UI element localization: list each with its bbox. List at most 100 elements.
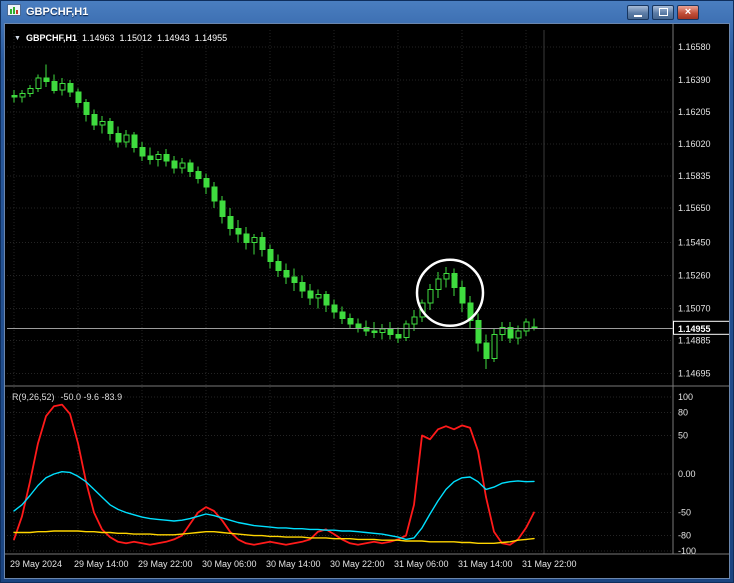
candle-body: [507, 326, 514, 339]
candle-body: [67, 82, 74, 93]
candle-body: [347, 318, 354, 325]
candle-body: [203, 178, 210, 188]
annotation-circle: [415, 258, 485, 328]
time-axis-label: 31 May 14:00: [458, 559, 513, 569]
candle-body: [387, 328, 394, 335]
candle-body: [515, 330, 522, 339]
price-tick-label: 1.16020: [678, 139, 711, 149]
candle-body: [339, 311, 346, 320]
candle-body: [283, 269, 290, 278]
oscillator-tick-label: 80: [678, 407, 688, 417]
close-icon: ×: [684, 5, 692, 18]
svg-text:1.14955: 1.14955: [678, 324, 711, 334]
candle-body: [299, 281, 306, 292]
oscillator-tick-label: -100: [678, 546, 696, 556]
candle-body: [395, 333, 402, 339]
candle-body: [307, 290, 314, 299]
candle-body: [195, 171, 202, 180]
chart-window: GBPCHF,H1 × 1.16580 1.16390 1.16205 1.16020…: [0, 0, 734, 583]
indicator-values: -50.0 -9.6 -83.9: [60, 392, 123, 402]
candle-body: [19, 93, 26, 98]
candle-body: [59, 82, 66, 91]
candlestick-series: [11, 64, 538, 369]
oscillator-tick-label: -80: [678, 531, 691, 541]
candle-body: [355, 323, 362, 328]
candle-body: [331, 304, 338, 313]
candle-body: [267, 249, 274, 263]
oscillator-line-fast: [13, 403, 535, 546]
price-tick-label: 1.15835: [678, 171, 711, 181]
candle-body: [211, 186, 218, 202]
price-tick-label: 1.15450: [678, 238, 711, 248]
ohlc-low-value: 1.14943: [157, 33, 190, 43]
candle-body: [275, 261, 282, 271]
window-controls: ×: [627, 4, 699, 20]
candle-body: [523, 321, 530, 332]
indicator-label: R(9,26,52) -50.0 -9.6 -83.9: [12, 392, 122, 402]
chart-symbol-label: GBPCHF,H1: [25, 33, 77, 43]
chart-window-icon: [7, 3, 21, 21]
candle-body: [259, 236, 266, 250]
candle-body: [243, 233, 250, 244]
candle-body: [227, 216, 234, 230]
ohlc-close-value: 1.14955: [194, 33, 228, 43]
candle-body: [179, 162, 186, 169]
price-tick-label: 1.14885: [678, 335, 711, 345]
chart-client-area: 1.16580 1.16390 1.16205 1.16020 1.15835 1.156…: [4, 23, 730, 579]
ohlc-high-value: 1.15012: [119, 33, 153, 43]
chart-plot[interactable]: 1.16580 1.16390 1.16205 1.16020 1.15835 1.156…: [5, 24, 730, 579]
candle-body: [139, 146, 146, 157]
candle-body: [75, 91, 82, 103]
price-tick-label: 1.15650: [678, 203, 711, 213]
candle-body: [11, 94, 18, 98]
candle-body: [219, 200, 226, 218]
axis-labels: 1.16580 1.16390 1.16205 1.16020 1.15835 1.156…: [10, 42, 711, 569]
time-axis-label: 29 May 14:00: [74, 559, 129, 569]
time-axis-label: 30 May 22:00: [330, 559, 385, 569]
candle-body: [323, 294, 330, 306]
time-axis-label: 30 May 14:00: [266, 559, 321, 569]
price-tick-label: 1.16390: [678, 75, 711, 85]
candle-body: [371, 330, 378, 334]
candle-body: [107, 120, 114, 135]
price-tick-label: 1.15070: [678, 303, 711, 313]
minimize-button[interactable]: [627, 4, 649, 20]
ohlc-open-value: 1.14963: [81, 33, 115, 43]
candle-body: [403, 323, 410, 339]
time-axis-label: 31 May 06:00: [394, 559, 449, 569]
time-axis-label: 30 May 06:00: [202, 559, 257, 569]
candle-body: [291, 276, 298, 283]
candle-body: [35, 77, 42, 89]
price-tick-label: 1.14695: [678, 368, 711, 378]
candle-body: [83, 101, 90, 116]
title-bar[interactable]: GBPCHF,H1 ×: [2, 2, 732, 22]
price-tick-label: 1.16205: [678, 107, 711, 117]
price-tick-label: 1.15260: [678, 271, 711, 281]
window-title: GBPCHF,H1: [26, 6, 89, 18]
candle-body: [99, 120, 106, 126]
candle-body: [91, 114, 98, 126]
candle-body: [435, 278, 442, 290]
oscillator-tick-label: 50: [678, 431, 688, 441]
close-button[interactable]: ×: [677, 4, 699, 20]
restore-button[interactable]: [652, 4, 674, 20]
oscillator-tick-label: 0.00: [678, 469, 696, 479]
candle-body: [411, 316, 418, 325]
candle-body: [187, 162, 194, 173]
candle-body: [163, 153, 170, 162]
candle-body: [155, 153, 162, 161]
candle-body: [115, 133, 122, 143]
candle-body: [131, 134, 138, 148]
collapse-arrow-icon[interactable]: ▼: [14, 35, 21, 42]
chart-info-line: ▼ GBPCHF,H1 1.14963 1.15012 1.14943 1.14…: [14, 33, 227, 43]
oscillator-tick-label: 100: [678, 392, 693, 402]
restore-icon: [658, 8, 668, 16]
candle-body: [483, 342, 490, 360]
candle-body: [43, 77, 50, 83]
candle-body: [459, 287, 466, 304]
indicator-name: R(9,26,52): [12, 392, 55, 402]
candle-body: [443, 273, 450, 280]
candle-body: [427, 288, 434, 304]
candle-body: [235, 228, 242, 235]
price-tick-label: 1.16580: [678, 42, 711, 52]
